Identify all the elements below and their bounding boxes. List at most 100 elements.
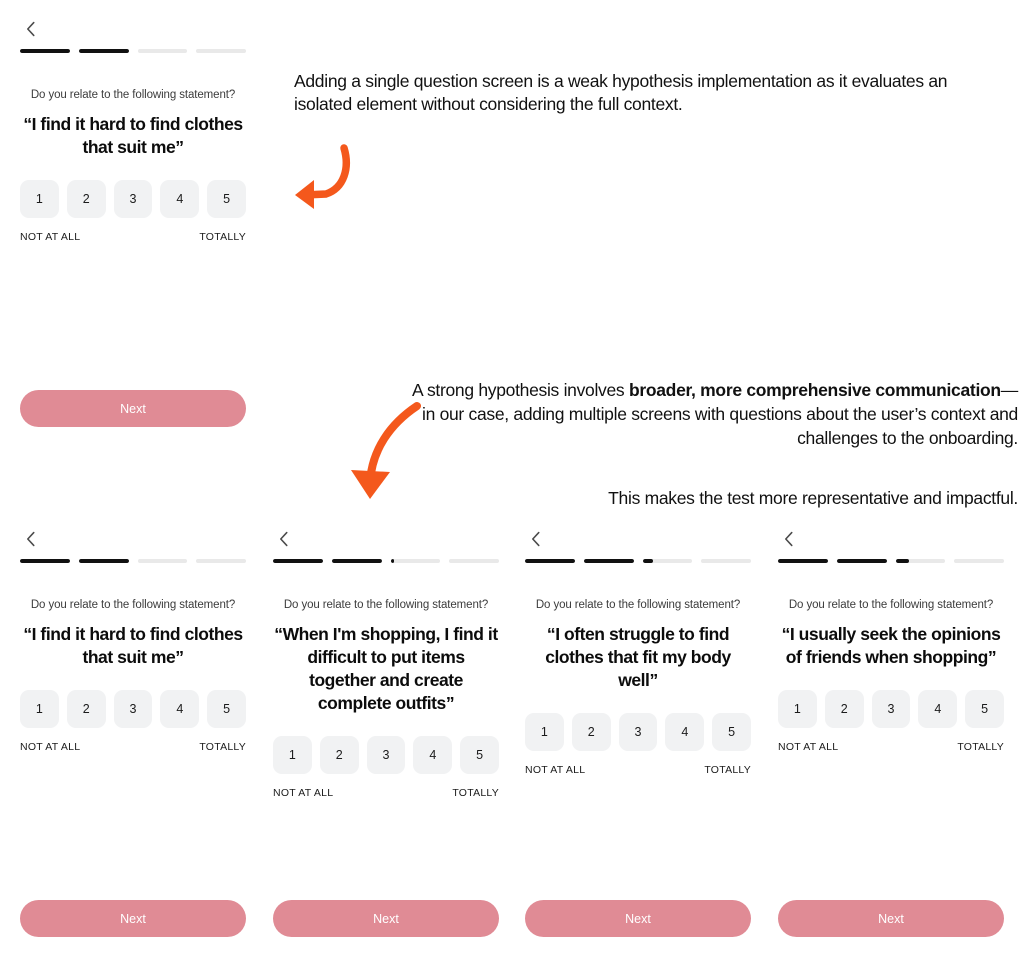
scale-high-label: TOTALLY [957,741,1004,753]
rating-option-5[interactable]: 5 [965,690,1004,728]
question-prompt: Do you relate to the following statement… [283,599,489,611]
rating-option-5[interactable]: 5 [207,690,246,728]
rating-option-4[interactable]: 4 [918,690,958,728]
rating-option-3[interactable]: 3 [366,736,406,774]
next-button-container: Next [20,390,246,427]
rating-option-2[interactable]: 2 [66,690,106,728]
progress-segment [583,559,634,563]
rating-option-1[interactable]: 1 [20,690,59,728]
scale-high-label: TOTALLY [199,231,246,243]
question-prompt: Do you relate to the following statement… [30,89,236,101]
progress-segment [78,49,129,53]
curved-arrow-left-icon [268,142,354,218]
onboarding-progress-bar [778,559,1004,563]
progress-segment [954,559,1004,563]
progress-segment [836,559,887,563]
rating-option-2[interactable]: 2 [319,736,359,774]
strong-hypothesis-annotation: A strong hypothesis involves broader, mo… [404,378,1018,450]
next-button[interactable]: Next [20,900,246,937]
rating-option-3[interactable]: 3 [113,180,153,218]
chevron-left-icon[interactable] [525,528,547,550]
scale-high-label: TOTALLY [704,764,751,776]
strong-hypothesis-text-bold: broader, more comprehensive communicatio… [628,380,1001,400]
strong-hypothesis-text-part1: A strong hypothesis involves [411,380,629,400]
question-statement: “I find it hard to find clothes that sui… [23,114,243,157]
next-button-container: Next [778,900,1004,937]
question-prompt: Do you relate to the following statement… [535,599,741,611]
rating-option-2[interactable]: 2 [66,180,106,218]
progress-segment [196,49,246,53]
next-button-container: Next [273,900,499,937]
scale-high-label: TOTALLY [199,741,246,753]
progress-segment [390,559,441,563]
chevron-left-icon[interactable] [20,528,42,550]
onboarding-progress-bar [20,559,246,563]
rating-scale: 1 2 3 4 5 [20,690,246,728]
progress-segment [137,49,188,53]
progress-segment [449,559,499,563]
next-button[interactable]: Next [778,900,1004,937]
rating-scale: 1 2 3 4 5 [273,736,499,774]
chevron-left-icon[interactable] [20,18,42,40]
screenshot-canvas: Do you relate to the following statement… [0,0,1024,973]
question-statement: “I often struggle to find clothes that f… [545,624,731,690]
rating-option-4[interactable]: 4 [160,690,200,728]
scale-labels: NOT AT ALL TOTALLY [20,741,246,753]
question-prompt: Do you relate to the following statement… [788,599,994,611]
rating-option-5[interactable]: 5 [460,736,499,774]
rating-option-5[interactable]: 5 [712,713,751,751]
rating-option-4[interactable]: 4 [160,180,200,218]
scale-high-label: TOTALLY [452,787,499,799]
scale-low-label: NOT AT ALL [20,231,81,243]
next-button[interactable]: Next [525,900,751,937]
curved-arrow-down-icon [338,398,434,508]
rating-option-4[interactable]: 4 [413,736,453,774]
onboarding-screen-4: Do you relate to the following statement… [778,528,1004,937]
rating-option-5[interactable]: 5 [207,180,246,218]
progress-segment [331,559,382,563]
next-button-container: Next [525,900,751,937]
progress-segment [525,559,575,563]
rating-option-4[interactable]: 4 [665,713,705,751]
scale-labels: NOT AT ALL TOTALLY [273,787,499,799]
scale-low-label: NOT AT ALL [273,787,334,799]
rating-option-3[interactable]: 3 [618,713,658,751]
next-button-container: Next [20,900,246,937]
rating-option-2[interactable]: 2 [824,690,864,728]
scale-low-label: NOT AT ALL [525,764,586,776]
onboarding-progress-bar [525,559,751,563]
question-statement: “When I'm shopping, I find it difficult … [274,624,498,713]
onboarding-progress-bar [273,559,499,563]
weak-hypothesis-screen-mockup: Do you relate to the following statement… [20,18,246,427]
onboarding-progress-bar [20,49,246,53]
rating-scale: 1 2 3 4 5 [525,713,751,751]
rating-option-2[interactable]: 2 [571,713,611,751]
progress-segment [642,559,693,563]
progress-segment [20,49,70,53]
question-statement: “I find it hard to find clothes that sui… [23,624,243,667]
chevron-left-icon[interactable] [273,528,295,550]
rating-option-3[interactable]: 3 [113,690,153,728]
scale-labels: NOT AT ALL TOTALLY [778,741,1004,753]
rating-scale: 1 2 3 4 5 [20,180,246,218]
question-prompt: Do you relate to the following statement… [30,599,236,611]
chevron-left-icon[interactable] [778,528,800,550]
rating-option-1[interactable]: 1 [273,736,312,774]
scale-low-label: NOT AT ALL [20,741,81,753]
rating-option-3[interactable]: 3 [871,690,911,728]
progress-segment [701,559,751,563]
scale-labels: NOT AT ALL TOTALLY [525,764,751,776]
rating-option-1[interactable]: 1 [525,713,564,751]
progress-segment [778,559,828,563]
scale-low-label: NOT AT ALL [778,741,839,753]
progress-segment [137,559,188,563]
question-statement: “I usually seek the opinions of friends … [781,624,1001,667]
rating-option-1[interactable]: 1 [20,180,59,218]
scale-labels: NOT AT ALL TOTALLY [20,231,246,243]
onboarding-screen-1: Do you relate to the following statement… [20,528,246,937]
next-button[interactable]: Next [273,900,499,937]
strong-hypothesis-annotation-followup: This makes the test more representative … [608,488,1018,508]
progress-segment [20,559,70,563]
next-button[interactable]: Next [20,390,246,427]
rating-option-1[interactable]: 1 [778,690,817,728]
